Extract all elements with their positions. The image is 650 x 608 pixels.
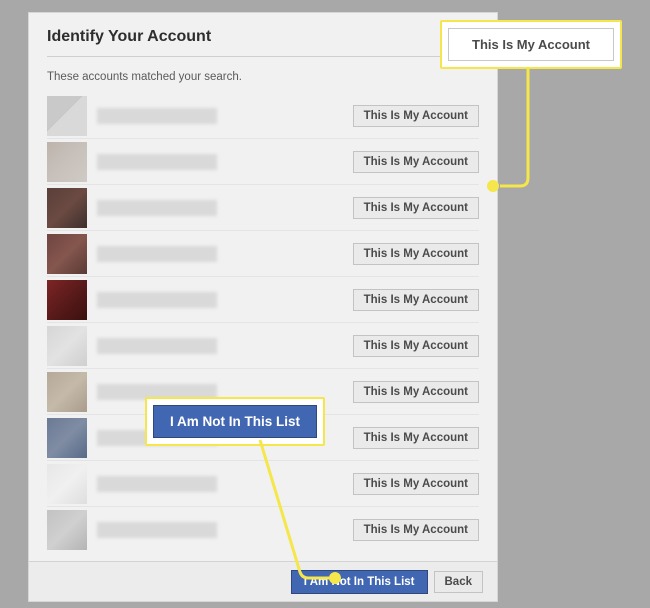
result-row: This Is My Account xyxy=(47,231,479,277)
this-is-my-account-button[interactable]: This Is My Account xyxy=(353,335,479,357)
account-name-redacted xyxy=(97,476,217,492)
this-is-my-account-button[interactable]: This Is My Account xyxy=(353,427,479,449)
avatar xyxy=(47,464,87,504)
avatar xyxy=(47,188,87,228)
result-row: This Is My Account xyxy=(47,139,479,185)
avatar xyxy=(47,96,87,136)
this-is-my-account-button[interactable]: This Is My Account xyxy=(353,519,479,541)
result-row: This Is My Account xyxy=(47,461,479,507)
result-row: This Is My Account xyxy=(47,277,479,323)
account-name-redacted xyxy=(97,292,217,308)
avatar xyxy=(47,142,87,182)
result-row: This Is My Account xyxy=(47,93,479,139)
this-is-my-account-button[interactable]: This Is My Account xyxy=(353,243,479,265)
account-name-redacted xyxy=(97,108,217,124)
this-is-my-account-button[interactable]: This Is My Account xyxy=(353,473,479,495)
avatar xyxy=(47,280,87,320)
page-subtitle: These accounts matched your search. xyxy=(47,71,479,83)
callout-not-in-list: I Am Not In This List xyxy=(145,397,325,446)
callout-mid-label: I Am Not In This List xyxy=(153,405,317,438)
account-name-redacted xyxy=(97,200,217,216)
result-row: This Is My Account xyxy=(47,507,479,553)
callout-top-label: This Is My Account xyxy=(448,28,614,61)
result-row: This Is My Account xyxy=(47,185,479,231)
back-button[interactable]: Back xyxy=(434,571,484,593)
callout-this-is-my-account: This Is My Account xyxy=(440,20,622,69)
avatar xyxy=(47,372,87,412)
not-in-list-button[interactable]: I Am Not In This List xyxy=(291,570,428,594)
avatar xyxy=(47,326,87,366)
avatar xyxy=(47,234,87,274)
identify-account-panel: Identify Your Account These accounts mat… xyxy=(28,12,498,602)
this-is-my-account-button[interactable]: This Is My Account xyxy=(353,105,479,127)
account-name-redacted xyxy=(97,246,217,262)
this-is-my-account-button[interactable]: This Is My Account xyxy=(353,197,479,219)
this-is-my-account-button[interactable]: This Is My Account xyxy=(353,381,479,403)
avatar xyxy=(47,418,87,458)
results-list: This Is My Account This Is My Account This… xyxy=(47,93,479,553)
account-name-redacted xyxy=(97,154,217,170)
account-name-redacted xyxy=(97,522,217,538)
footer-bar: I Am Not In This List Back xyxy=(29,561,497,601)
account-name-redacted xyxy=(97,338,217,354)
page-title: Identify Your Account xyxy=(47,28,479,57)
this-is-my-account-button[interactable]: This Is My Account xyxy=(353,151,479,173)
result-row: This Is My Account xyxy=(47,323,479,369)
avatar xyxy=(47,510,87,550)
this-is-my-account-button[interactable]: This Is My Account xyxy=(353,289,479,311)
